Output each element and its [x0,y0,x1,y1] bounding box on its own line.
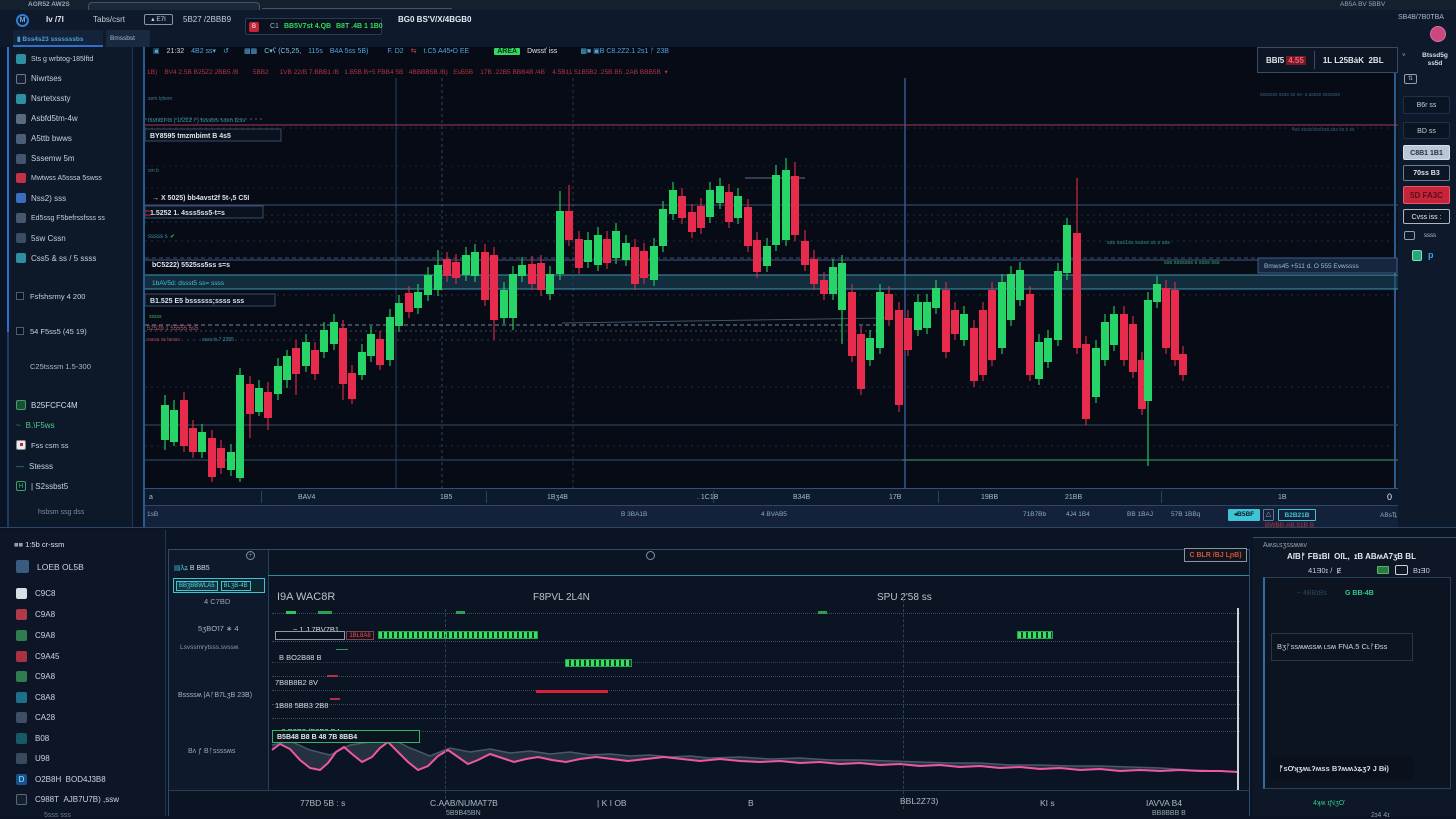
svg-text:sss sss1ss sssss ss s sss: sss sss1ss sssss ss s sss [1107,240,1170,246]
svg-text:BY8595 tmzmbimt B 4s5: BY8595 tmzmbimt B 4s5 [150,133,231,140]
svg-text:5252b 1 55555 5s5: 5252b 1 55555 5s5 [147,326,199,332]
svg-text:sssssss ssss ss ss- s.sssss s: sssssss ssss ss ss- s.sssss sssssss [1260,92,1341,98]
svg-text:1.5252 1. 4sss5ss5-t=s: 1.5252 1. 4sss5ss5-t=s [150,210,225,217]
svg-text:tssntzt-ts | 1/222 / ) tssstxs: tssntzt-ts | 1/222 / ) tssstxs ssxn tzss [148,118,245,124]
svg-text:1bAV5d: dssst5 ss= ssss: 1bAV5d: dssst5 ss= ssss [152,280,225,287]
svg-text:sssss s: sssss s [148,234,168,240]
svg-text:Bmws45 +511 d. O 555 Evwssss: Bmws45 +511 d. O 555 Evwssss [1264,263,1359,270]
svg-text:4ss ssss/sss/sss,sss ss s ss: 4ss ssss/sss/sss,sss ss s ss [1292,127,1355,133]
svg-text:sm b: sm b [148,168,159,174]
svg-text:zem lybem: zem lybem [148,96,172,102]
svg-text:sss sssssss s ssss sss: sss sssssss s ssss sss [1164,260,1220,266]
svg-text:sssss ss bssss: sssss ss bssss [147,337,181,343]
svg-text:ssss ts 7.2355: ssss ts 7.2355 [202,337,234,343]
svg-text:B1.525 E5 bssssss;ssss sss: B1.525 E5 bssssss;ssss sss [150,298,244,305]
svg-text:sssss: sssss [149,314,162,320]
svg-text:bC5222) 5525ss5ss s=s: bC5222) 5525ss5ss s=s [152,262,230,269]
svg-text:→ X 5025) bb4avst2f 5t-,5 C5I: → X 5025) bb4avst2f 5t-,5 C5I [152,195,249,202]
svg-text:✔: ✔ [170,234,175,240]
